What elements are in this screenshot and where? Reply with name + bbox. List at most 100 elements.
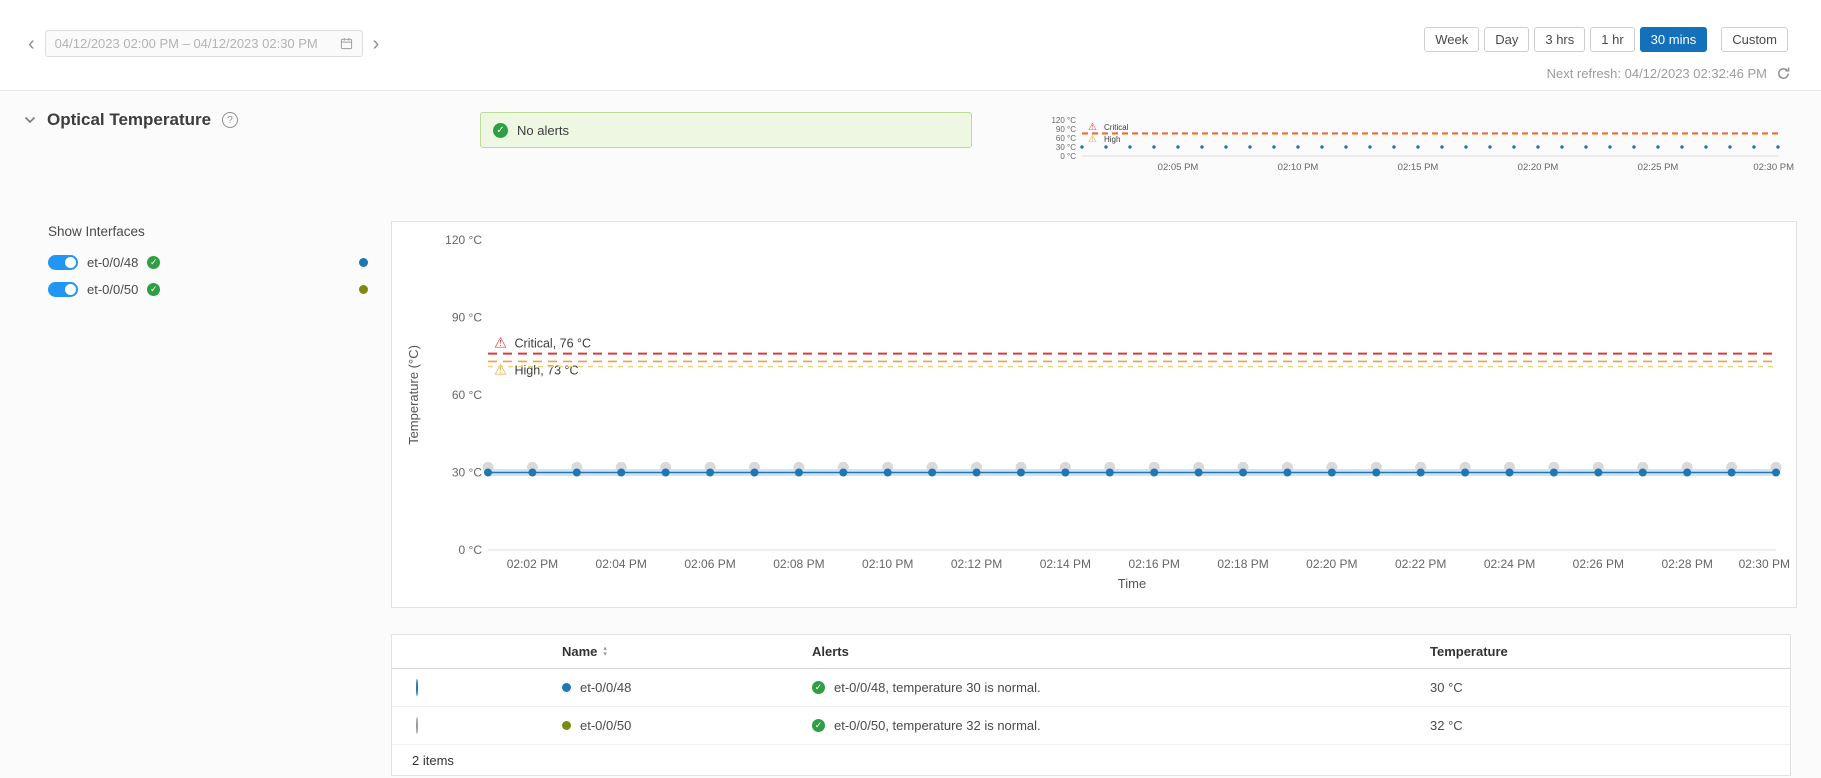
page-title: Optical Temperature <box>47 110 211 130</box>
svg-text:120 °C: 120 °C <box>1051 116 1076 125</box>
table-row[interactable]: et-0/0/50 ✓ et-0/0/50, temperature 32 is n… <box>392 707 1790 745</box>
toggle-switch-et-0-0-50[interactable] <box>48 282 78 297</box>
svg-text:02:30 PM: 02:30 PM <box>1753 162 1794 173</box>
refresh-icon[interactable] <box>1776 66 1791 81</box>
svg-text:120 °C: 120 °C <box>445 233 482 247</box>
range-button-3-hrs[interactable]: 3 hrs <box>1534 27 1585 52</box>
svg-text:30 °C: 30 °C <box>1056 143 1076 152</box>
svg-text:02:18 PM: 02:18 PM <box>1217 557 1268 571</box>
page: ‹ 04/12/2023 02:00 PM – 04/12/2023 02:30… <box>0 0 1821 778</box>
svg-text:02:22 PM: 02:22 PM <box>1395 557 1446 571</box>
alert-text: et-0/0/48, temperature 30 is normal. <box>834 680 1041 695</box>
svg-text:⚠: ⚠ <box>494 336 507 352</box>
time-range-buttons: WeekDay3 hrs1 hr30 mins Custom <box>1424 27 1788 52</box>
svg-text:02:30 PM: 02:30 PM <box>1739 557 1790 571</box>
row-select-radio[interactable] <box>416 679 418 696</box>
svg-text:02:28 PM: 02:28 PM <box>1661 557 1712 571</box>
interface-toggle-row: et-0/0/50✓ <box>48 276 368 303</box>
svg-text:02:10 PM: 02:10 PM <box>1278 162 1319 173</box>
row-select-radio[interactable] <box>416 717 418 734</box>
svg-text:02:08 PM: 02:08 PM <box>773 557 824 571</box>
refresh-row: Next refresh: 04/12/2023 02:32:46 PM <box>1547 66 1791 81</box>
range-button-week[interactable]: Week <box>1424 27 1479 52</box>
table-header: Name ▴▾ Alerts Temperature <box>392 635 1790 669</box>
chevron-down-icon[interactable] <box>24 116 36 124</box>
svg-text:Critical, 76 °C: Critical, 76 °C <box>515 337 592 351</box>
svg-text:02:12 PM: 02:12 PM <box>951 557 1002 571</box>
alert-text: et-0/0/50, temperature 32 is normal. <box>834 718 1041 733</box>
table-body: et-0/0/48 ✓ et-0/0/48, temperature 30 is n… <box>392 669 1790 745</box>
date-range-picker: ‹ 04/12/2023 02:00 PM – 04/12/2023 02:30… <box>26 30 381 57</box>
svg-text:Temperature (°C): Temperature (°C) <box>406 345 421 445</box>
svg-text:60 °C: 60 °C <box>1056 134 1076 143</box>
svg-text:02:24 PM: 02:24 PM <box>1484 557 1535 571</box>
sort-desc-icon: ▾ <box>603 652 607 658</box>
status-ok-icon: ✓ <box>147 256 160 269</box>
calendar-icon[interactable] <box>340 37 353 50</box>
interface-name: et-0/0/48 <box>580 680 631 695</box>
toggle-switch-et-0-0-48[interactable] <box>48 255 78 270</box>
table-footer: 2 items <box>392 745 1790 775</box>
svg-text:02:15 PM: 02:15 PM <box>1398 162 1439 173</box>
column-header-name[interactable]: Name <box>562 644 597 659</box>
interfaces-panel-title: Show Interfaces <box>48 224 368 239</box>
column-header-alerts: Alerts <box>812 644 1430 659</box>
svg-text:02:25 PM: 02:25 PM <box>1638 162 1679 173</box>
interface-name: et-0/0/50 <box>580 718 631 733</box>
series-color-dot <box>359 258 368 267</box>
svg-text:02:26 PM: 02:26 PM <box>1573 557 1624 571</box>
svg-text:02:05 PM: 02:05 PM <box>1158 162 1199 173</box>
table-row[interactable]: et-0/0/48✓et-0/0/48, temperature 30 is n… <box>392 669 1790 707</box>
svg-text:30 °C: 30 °C <box>452 466 482 480</box>
svg-text:High, 73 °C: High, 73 °C <box>515 363 579 377</box>
svg-text:02:02 PM: 02:02 PM <box>507 557 558 571</box>
svg-text:02:06 PM: 02:06 PM <box>684 557 735 571</box>
column-header-temperature: Temperature <box>1430 644 1790 659</box>
temperature-chart-card: 0 °C30 °C60 °C90 °C120 °C02:02 PM02:04 P… <box>391 221 1797 608</box>
temperature-value: 32 °C <box>1430 718 1463 733</box>
svg-text:High: High <box>1104 135 1120 144</box>
series-color-dot <box>359 285 368 294</box>
svg-text:0 °C: 0 °C <box>459 543 483 557</box>
alerts-banner: ✓ No alerts <box>480 112 972 148</box>
range-button-30-mins[interactable]: 30 mins <box>1640 27 1708 52</box>
interface-toggle-list: et-0/0/48 ✓ et-0/0/50✓ <box>48 249 368 303</box>
svg-text:02:16 PM: 02:16 PM <box>1129 557 1180 571</box>
svg-text:Time: Time <box>1118 576 1146 591</box>
date-range-input[interactable]: 04/12/2023 02:00 PM – 04/12/2023 02:30 P… <box>45 30 363 57</box>
chevron-right-icon[interactable]: › <box>371 34 382 54</box>
interfaces-panel: Show Interfaces et-0/0/48 ✓ et-0/0/50✓ <box>48 224 368 303</box>
chevron-left-icon[interactable]: ‹ <box>26 34 37 54</box>
section-header: Optical Temperature ? <box>24 110 238 130</box>
svg-text:90 °C: 90 °C <box>1056 125 1076 134</box>
alerts-banner-text: No alerts <box>517 123 569 138</box>
next-refresh-label: Next refresh: 04/12/2023 02:32:46 PM <box>1547 66 1767 81</box>
check-circle-icon: ✓ <box>812 719 825 732</box>
range-button-custom[interactable]: Custom <box>1721 27 1788 52</box>
table-footer-count: 2 items <box>412 753 454 768</box>
temperature-value: 30 °C <box>1430 680 1463 695</box>
svg-text:02:20 PM: 02:20 PM <box>1306 557 1357 571</box>
check-circle-icon: ✓ <box>493 123 508 138</box>
range-button-1-hr[interactable]: 1 hr <box>1590 27 1634 52</box>
svg-text:Critical: Critical <box>1104 123 1129 132</box>
range-button-day[interactable]: Day <box>1484 27 1529 52</box>
help-icon[interactable]: ? <box>222 112 238 128</box>
svg-text:0 °C: 0 °C <box>1060 152 1076 161</box>
svg-text:⚠: ⚠ <box>1088 134 1097 145</box>
svg-text:02:14 PM: 02:14 PM <box>1040 557 1091 571</box>
svg-text:⚠: ⚠ <box>1088 122 1097 133</box>
svg-text:90 °C: 90 °C <box>452 311 482 325</box>
temperature-chart: 0 °C30 °C60 °C90 °C120 °C02:02 PM02:04 P… <box>392 222 1794 605</box>
svg-text:⚠: ⚠ <box>494 362 507 378</box>
sort-icon[interactable]: ▴▾ <box>603 646 607 658</box>
mini-trend-chart: 120 °C90 °C60 °C30 °C0 °C 02:05 PM 02:10 P… <box>1030 112 1798 184</box>
topbar: ‹ 04/12/2023 02:00 PM – 04/12/2023 02:30… <box>0 0 1821 91</box>
series-color-dot <box>562 721 571 730</box>
date-range-value: 04/12/2023 02:00 PM – 04/12/2023 02:30 P… <box>55 36 318 51</box>
interface-name: et-0/0/48 <box>87 255 138 270</box>
svg-text:02:20 PM: 02:20 PM <box>1518 162 1559 173</box>
svg-text:02:10 PM: 02:10 PM <box>862 557 913 571</box>
interfaces-table: Name ▴▾ Alerts Temperature et-0/0/48✓et-… <box>391 634 1791 776</box>
interface-name: et-0/0/50 <box>87 282 138 297</box>
